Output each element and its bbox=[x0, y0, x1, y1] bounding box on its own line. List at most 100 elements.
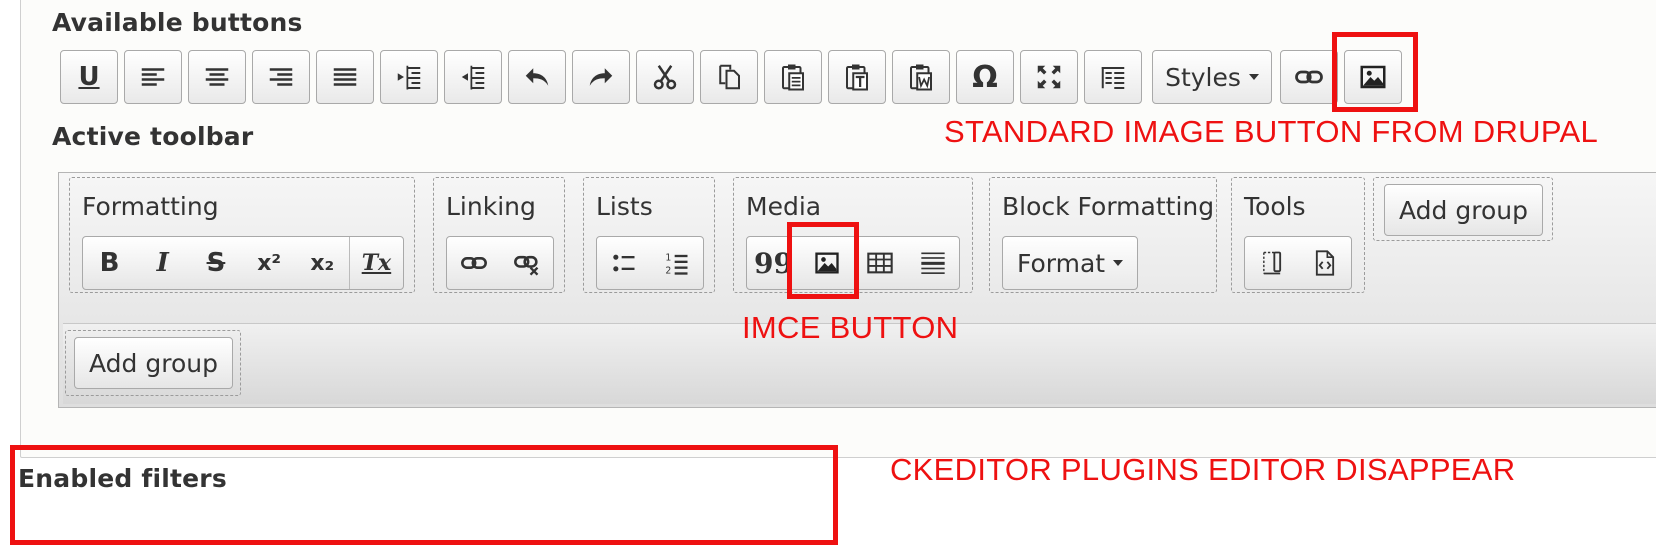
svg-text:2: 2 bbox=[665, 266, 671, 277]
active-toolbar-heading: Active toolbar bbox=[52, 122, 254, 151]
plugins-annotation: CKEDITOR PLUGINS EDITOR DISAPPEAR bbox=[890, 452, 1516, 487]
numbered-list-icon: 12 bbox=[665, 253, 687, 277]
chevron-down-icon bbox=[1113, 260, 1124, 266]
paste-icon bbox=[782, 64, 804, 91]
tools-buttons bbox=[1244, 236, 1352, 290]
subscript-icon: x₂ bbox=[310, 250, 335, 276]
table-icon bbox=[866, 252, 893, 274]
redo-button[interactable] bbox=[572, 50, 630, 104]
enabled-filters-heading: Enabled filters bbox=[18, 464, 227, 493]
add-group-button-row2[interactable]: Add group bbox=[74, 337, 233, 389]
copy-icon bbox=[719, 64, 740, 90]
show-blocks-icon bbox=[1101, 67, 1125, 89]
group-lists-label: Lists bbox=[596, 192, 653, 221]
outdent-button[interactable] bbox=[380, 50, 438, 104]
underline-button[interactable]: U bbox=[60, 50, 118, 104]
align-justify-icon bbox=[333, 68, 357, 86]
align-right-icon bbox=[269, 68, 293, 86]
align-center-icon bbox=[205, 68, 229, 86]
undo-button[interactable] bbox=[508, 50, 566, 104]
standard-image-annotation: STANDARD IMAGE BUTTON FROM DRUPAL bbox=[944, 114, 1599, 149]
bold-button[interactable]: B bbox=[83, 237, 136, 289]
numbered-list-button[interactable]: 12 bbox=[650, 237, 703, 289]
align-right-button[interactable] bbox=[252, 50, 310, 104]
group-block-formatting-label: Block Formatting bbox=[1002, 192, 1215, 221]
link-button[interactable] bbox=[447, 237, 500, 289]
cut-icon bbox=[653, 65, 677, 90]
svg-text:1: 1 bbox=[665, 253, 671, 264]
styles-label: Styles bbox=[1165, 62, 1241, 92]
cut-button[interactable] bbox=[636, 50, 694, 104]
available-buttons-heading: Available buttons bbox=[52, 8, 303, 37]
add-group-area-row2: Add group bbox=[65, 330, 241, 396]
group-tools-label: Tools bbox=[1244, 192, 1306, 221]
maximize-icon bbox=[1037, 65, 1061, 89]
remove-format-button[interactable]: Tx bbox=[348, 237, 403, 289]
add-group-button-row1[interactable]: Add group bbox=[1384, 184, 1543, 236]
group-tools[interactable]: Tools bbox=[1231, 177, 1365, 293]
bulleted-list-icon bbox=[612, 254, 634, 272]
group-formatting-label: Formatting bbox=[82, 192, 219, 221]
paste-button[interactable] bbox=[764, 50, 822, 104]
group-linking[interactable]: Linking bbox=[433, 177, 565, 293]
underline-icon: U bbox=[78, 62, 100, 92]
add-group-area-row1: Add group bbox=[1373, 177, 1553, 241]
link-icon bbox=[460, 257, 487, 269]
copy-button[interactable] bbox=[700, 50, 758, 104]
unlink-icon bbox=[513, 255, 538, 276]
horizontal-rule-icon bbox=[920, 252, 945, 274]
align-left-button[interactable] bbox=[124, 50, 182, 104]
show-blocks-icon bbox=[1262, 251, 1281, 275]
show-blocks-tool-button[interactable] bbox=[1245, 237, 1298, 289]
superscript-button[interactable]: x² bbox=[243, 237, 296, 289]
formatting-buttons: B I S x² x₂ Tx bbox=[82, 236, 404, 290]
align-center-button[interactable] bbox=[188, 50, 246, 104]
paste-text-button[interactable] bbox=[828, 50, 886, 104]
unlink-button[interactable] bbox=[500, 237, 553, 289]
special-char-button[interactable]: Ω bbox=[956, 50, 1014, 104]
paste-word-button[interactable] bbox=[892, 50, 950, 104]
group-media-label: Media bbox=[746, 192, 822, 221]
outdent-icon bbox=[397, 65, 421, 90]
show-blocks-button[interactable] bbox=[1084, 50, 1142, 104]
styles-dropdown[interactable]: Styles bbox=[1152, 50, 1272, 104]
group-formatting[interactable]: Formatting B I S x² x₂ Tx bbox=[69, 177, 415, 293]
group-linking-label: Linking bbox=[446, 192, 536, 221]
link-icon bbox=[1295, 70, 1323, 84]
indent-icon bbox=[461, 65, 485, 90]
link-button[interactable] bbox=[1280, 50, 1338, 104]
lists-buttons: 12 bbox=[596, 236, 704, 290]
standard-image-highlight bbox=[1332, 32, 1418, 112]
source-button[interactable] bbox=[1298, 237, 1351, 289]
plugins-editor-highlight bbox=[10, 445, 838, 545]
format-label: Format bbox=[1017, 248, 1106, 278]
group-block-formatting[interactable]: Block Formatting Format bbox=[989, 177, 1217, 293]
undo-icon bbox=[525, 68, 549, 86]
italic-button[interactable]: I bbox=[136, 237, 189, 289]
table-button[interactable] bbox=[853, 237, 906, 289]
bulleted-list-button[interactable] bbox=[597, 237, 650, 289]
imce-button-highlight bbox=[787, 222, 859, 299]
italic-icon: I bbox=[156, 248, 169, 278]
strikethrough-icon: S bbox=[206, 248, 226, 278]
imce-annotation: IMCE BUTTON bbox=[742, 310, 959, 345]
paste-text-icon bbox=[846, 64, 868, 91]
redo-icon bbox=[589, 68, 613, 86]
horizontal-rule-button[interactable] bbox=[906, 237, 959, 289]
linking-buttons bbox=[446, 236, 554, 290]
strikethrough-button[interactable]: S bbox=[189, 237, 242, 289]
maximize-button[interactable] bbox=[1020, 50, 1078, 104]
chevron-down-icon bbox=[1248, 74, 1259, 80]
remove-format-icon: Tx bbox=[361, 250, 392, 276]
special-char-icon: Ω bbox=[972, 59, 998, 95]
format-dropdown[interactable]: Format bbox=[1002, 236, 1139, 290]
superscript-icon: x² bbox=[257, 250, 282, 276]
indent-button[interactable] bbox=[444, 50, 502, 104]
align-left-icon bbox=[141, 68, 165, 86]
source-code-icon bbox=[1315, 250, 1334, 276]
subscript-button[interactable]: x₂ bbox=[296, 237, 349, 289]
bold-icon: B bbox=[99, 248, 120, 278]
paste-word-icon bbox=[910, 64, 932, 91]
group-lists[interactable]: Lists 12 bbox=[583, 177, 715, 293]
align-justify-button[interactable] bbox=[316, 50, 374, 104]
